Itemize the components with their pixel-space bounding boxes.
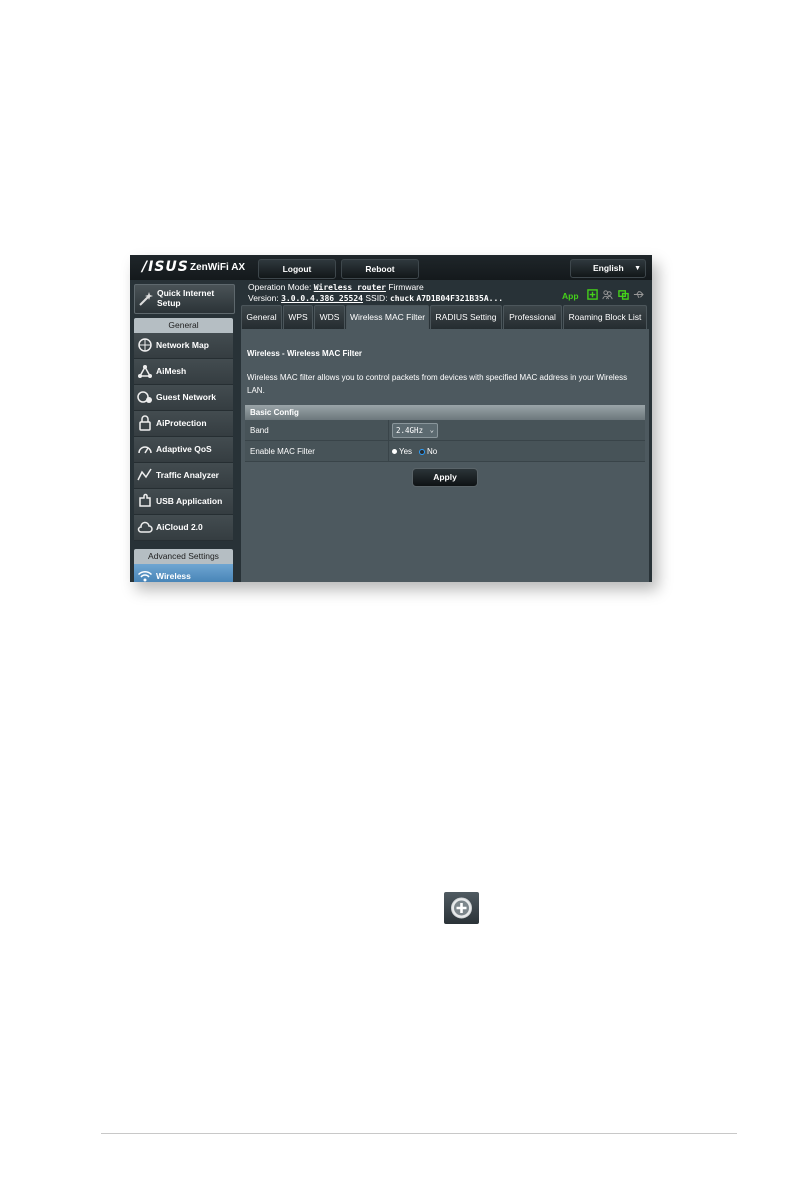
ssid-value: chuck [389, 294, 415, 303]
general-header: General [134, 318, 233, 333]
setup-wand-icon [139, 292, 153, 306]
page-description: Wireless MAC filter allows you to contro… [247, 373, 628, 395]
firmware-version-link[interactable]: 3.0.0.4.386_25524 [281, 294, 363, 303]
operation-mode-label: Operation Mode: [248, 282, 312, 292]
enable-no-radio[interactable]: No [419, 447, 437, 456]
ssid-label: SSID: [365, 293, 388, 303]
sidebar-general-menu: Network Map AiMesh Guest Network AiProte… [134, 333, 233, 541]
sidebar-item-label: Network Map [156, 340, 209, 350]
guest-network-icon [137, 391, 152, 403]
radio-dot-selected-icon [419, 448, 425, 455]
sidebar-item-network-map[interactable]: Network Map [134, 333, 233, 359]
content-panel: Wireless - Wireless MAC Filter Wireless … [241, 329, 649, 582]
sidebar-item-label: AiCloud 2.0 [156, 522, 203, 532]
sidebar-item-aicloud[interactable]: AiCloud 2.0 [134, 515, 233, 541]
sidebar-item-wireless[interactable]: Wireless [134, 564, 233, 582]
tab-wps[interactable]: WPS [283, 305, 313, 329]
tab-wds[interactable]: WDS [314, 305, 345, 329]
sidebar-item-label: Wireless [156, 571, 191, 581]
enable-yes-radio[interactable]: Yes [392, 447, 412, 456]
cloud-icon [137, 521, 153, 533]
page-title: Wireless - Wireless MAC Filter [247, 349, 363, 358]
asus-logo: /ISUS [142, 259, 189, 275]
router-admin-screenshot: /ISUS ZenWiFi AX Logout Reboot English ▼… [130, 255, 652, 582]
tab-general[interactable]: General [241, 305, 282, 329]
wifi-icon [137, 570, 153, 582]
sidebar-item-label: AiMesh [156, 366, 187, 376]
puzzle-icon [139, 493, 151, 507]
operation-mode-link[interactable]: Wireless router [314, 283, 386, 292]
column-divider [388, 441, 389, 461]
sidebar-item-label: Adaptive QoS [156, 444, 212, 454]
enable-mac-filter-row: Enable MAC Filter Yes No [245, 441, 645, 462]
reboot-button[interactable]: Reboot [341, 259, 419, 279]
band-label: Band [250, 426, 269, 435]
firmware-label: Firmware [388, 282, 424, 292]
product-name: ZenWiFi AX [190, 262, 246, 273]
language-select[interactable]: English ▼ [570, 259, 646, 278]
enable-no-label: No [427, 447, 438, 456]
tab-roaming-block-list[interactable]: Roaming Block List [563, 305, 647, 329]
sidebar-item-aiprotection[interactable]: AiProtection [134, 411, 233, 437]
app-link[interactable]: App [562, 291, 579, 301]
enable-yes-label: Yes [399, 447, 413, 456]
version-label: Version: [248, 293, 279, 303]
chevron-down-icon: ⌄ [429, 426, 434, 434]
clients-icon[interactable] [618, 289, 629, 300]
gauge-icon [138, 446, 152, 454]
quick-internet-setup-label: Quick Internet Setup [157, 288, 215, 308]
sidebar-item-traffic-analyzer[interactable]: Traffic Analyzer [134, 463, 233, 489]
ssid-extra-value: A7D1B04F321B35A... [416, 294, 504, 303]
band-select-value: 2.4GHz [396, 426, 424, 435]
radio-dot-icon [392, 449, 397, 455]
apply-button[interactable]: Apply [412, 468, 478, 487]
basic-config-header: Basic Config [245, 405, 645, 420]
logout-button[interactable]: Logout [258, 259, 336, 279]
column-divider [388, 420, 389, 440]
language-label: English [593, 263, 624, 273]
chevron-down-icon: ▼ [634, 265, 641, 272]
advanced-settings-header: Advanced Settings [134, 549, 233, 564]
sidebar-item-label: AiProtection [156, 418, 207, 428]
aimesh-icon [138, 365, 152, 378]
sidebar-item-aimesh[interactable]: AiMesh [134, 359, 233, 385]
status-info: Operation Mode: Wireless router Firmware… [248, 282, 503, 304]
plus-circle-icon [451, 897, 472, 919]
users-icon[interactable] [602, 289, 613, 300]
network-map-icon [138, 338, 152, 352]
lock-icon [139, 415, 151, 431]
tab-wireless-mac-filter[interactable]: Wireless MAC Filter [346, 305, 429, 329]
sidebar-advanced-menu: Wireless [134, 564, 233, 582]
traffic-icon [137, 468, 152, 481]
status-icons: App [562, 287, 645, 301]
sidebar-item-usb-application[interactable]: USB Application [134, 489, 233, 515]
quick-internet-setup-button[interactable]: Quick Internet Setup [134, 284, 235, 314]
sidebar-item-guest-network[interactable]: Guest Network [134, 385, 233, 411]
internet-status-icon[interactable] [587, 289, 598, 300]
top-bar: /ISUS ZenWiFi AX Logout Reboot English ▼ [130, 255, 652, 280]
sidebar-item-label: USB Application [156, 496, 223, 506]
basic-config-table: Basic Config Band 2.4GHz ⌄ Enable MAC Fi… [245, 405, 645, 462]
sidebar-item-label: Guest Network [156, 392, 216, 402]
sidebar-item-adaptive-qos[interactable]: Adaptive QoS [134, 437, 233, 463]
sidebar-item-label: Traffic Analyzer [156, 470, 219, 480]
band-select[interactable]: 2.4GHz ⌄ [392, 423, 438, 438]
add-icon [444, 892, 479, 924]
tab-professional[interactable]: Professional [503, 305, 562, 329]
band-row: Band 2.4GHz ⌄ [245, 420, 645, 441]
tab-radius-setting[interactable]: RADIUS Setting [430, 305, 502, 329]
usb-icon[interactable] [633, 289, 645, 300]
footer-rule [101, 1133, 737, 1134]
enable-mac-filter-label: Enable MAC Filter [250, 447, 315, 456]
